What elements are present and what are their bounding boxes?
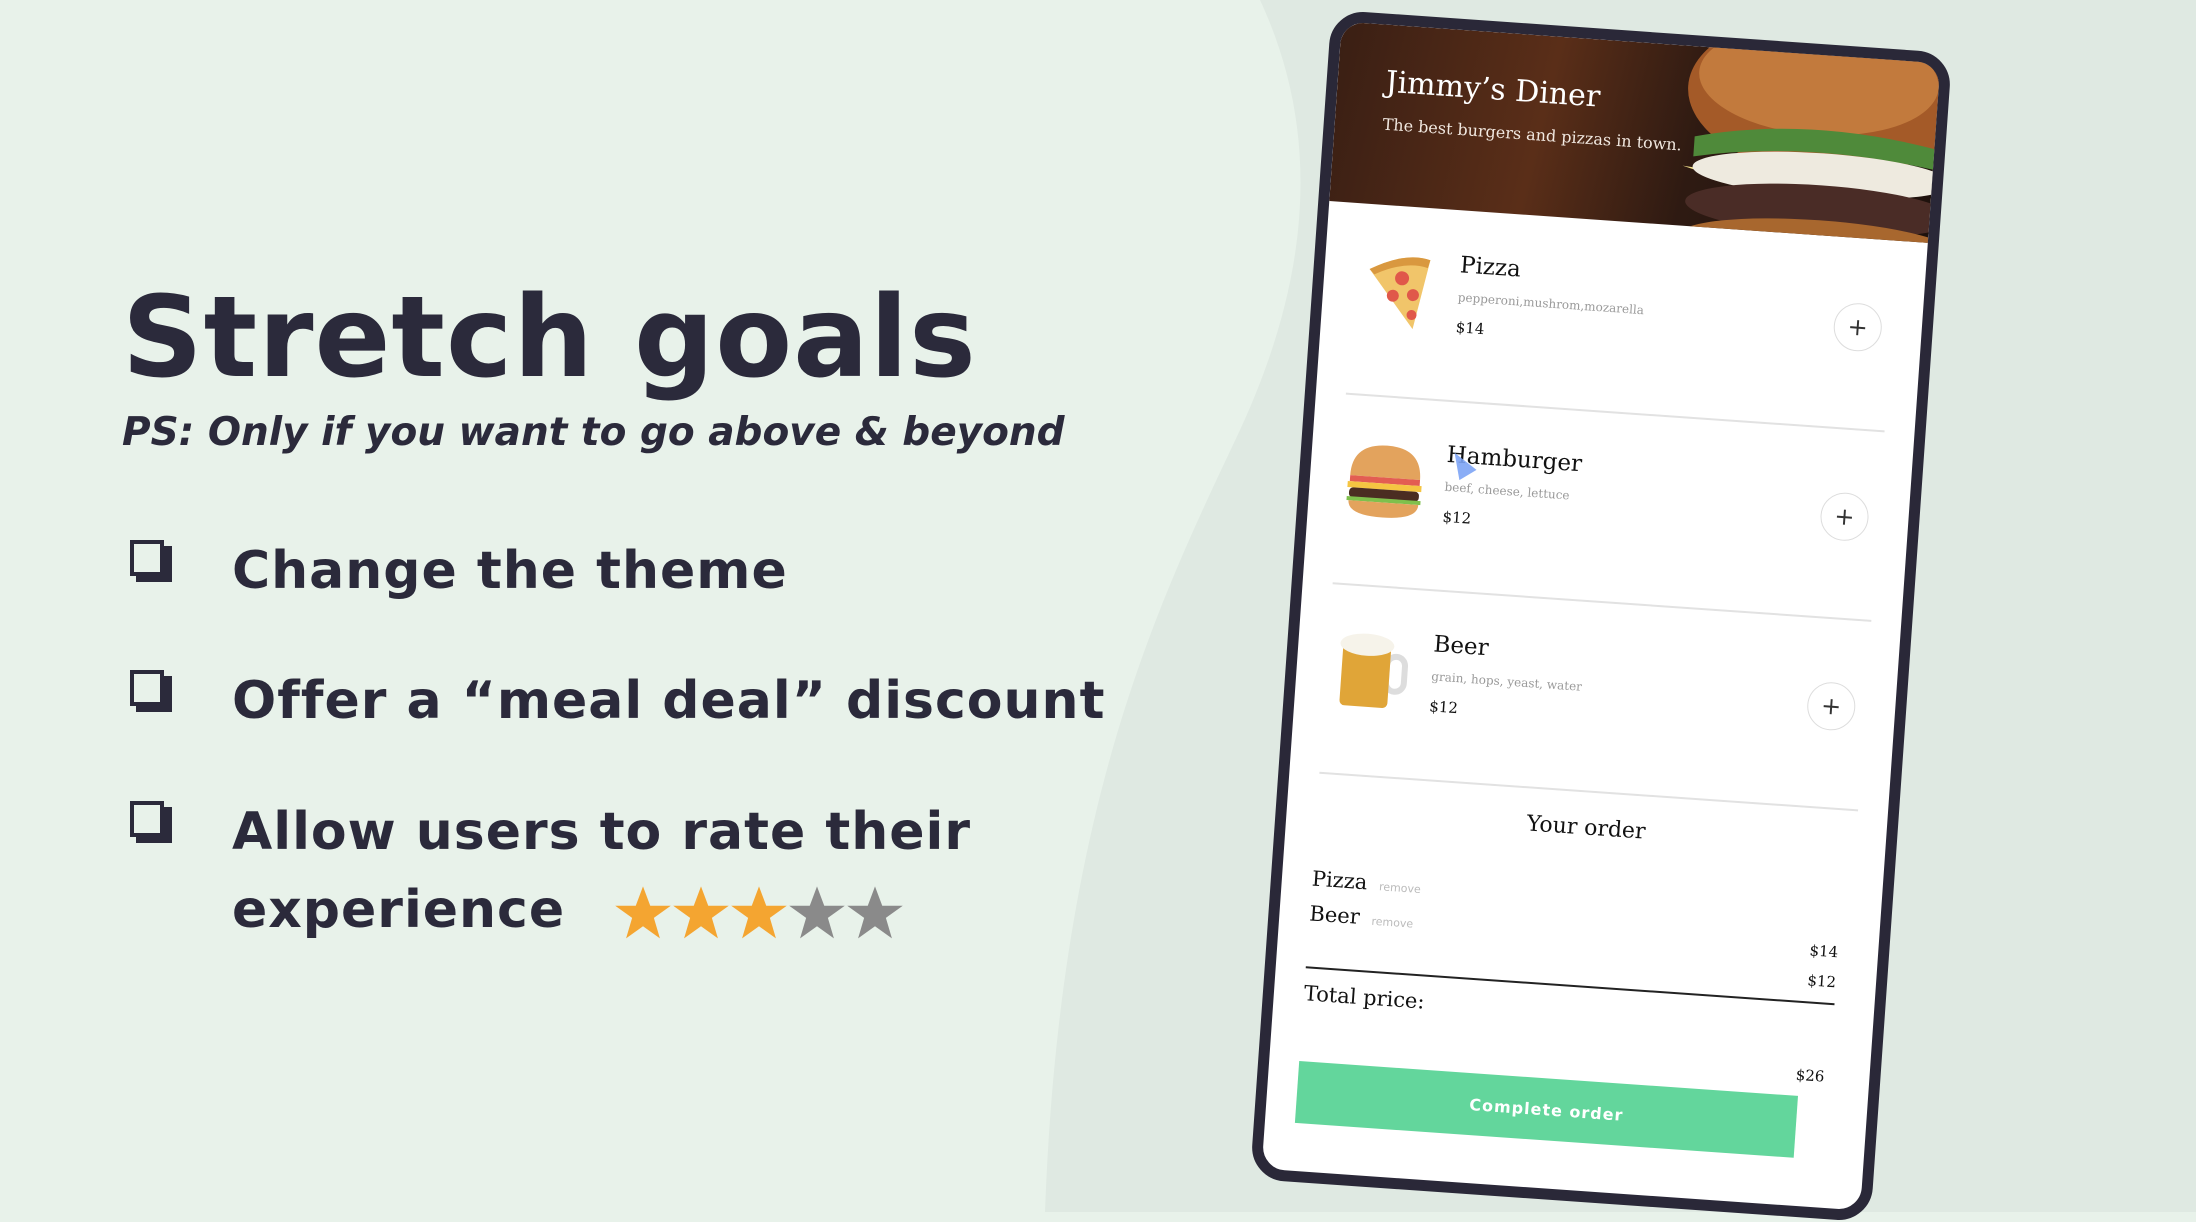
beer-icon bbox=[1339, 633, 1409, 708]
goal-item: Allow users to rate their experience bbox=[130, 793, 970, 940]
checkbox-icon bbox=[130, 670, 172, 712]
item-ingredients: pepperoni,mushrom,mozarella bbox=[1457, 290, 1645, 318]
total-label: Total price: bbox=[1303, 981, 1426, 1014]
order-item-price: $14 bbox=[1808, 941, 1839, 962]
order-item-name: Beer bbox=[1308, 901, 1361, 929]
item-ingredients: beef, cheese, lettuce bbox=[1444, 479, 1571, 503]
goal-text: Allow users to rate their bbox=[232, 802, 971, 862]
checkbox-icon bbox=[130, 801, 172, 843]
burger-photo bbox=[1677, 21, 1941, 243]
goal-text-experience: experience bbox=[232, 880, 566, 940]
app-header: Jimmy’s Diner The best burgers and pizza… bbox=[1329, 21, 1941, 243]
star-filled-icon[interactable] bbox=[730, 884, 788, 942]
item-price: $14 bbox=[1455, 318, 1485, 339]
complete-order-button[interactable]: Complete order bbox=[1294, 1061, 1799, 1158]
item-price: $12 bbox=[1428, 697, 1459, 718]
star-filled-icon[interactable] bbox=[672, 884, 730, 942]
remove-beer-link[interactable]: remove bbox=[1371, 915, 1414, 931]
order-item-name: Pizza bbox=[1311, 866, 1369, 895]
goal-text: Offer a “meal deal” discount bbox=[232, 671, 1106, 731]
pizza-icon bbox=[1369, 257, 1431, 330]
goal-text-line2: experience bbox=[232, 871, 904, 949]
restaurant-tagline: The best burgers and pizzas in town. bbox=[1382, 114, 1683, 155]
hamburger-icon bbox=[1346, 445, 1422, 518]
star-filled-icon[interactable] bbox=[614, 884, 672, 942]
add-hamburger-button[interactable]: + bbox=[1818, 491, 1871, 543]
item-ingredients: grain, hops, yeast, water bbox=[1430, 669, 1583, 694]
menu-item: Beer grain, hops, yeast, water $12 + bbox=[1290, 590, 1901, 811]
star-empty-icon[interactable] bbox=[846, 884, 904, 942]
remove-pizza-link[interactable]: remove bbox=[1379, 880, 1422, 896]
menu-item: Pizza pepperoni,mushrom,mozarella $14 + bbox=[1316, 211, 1927, 432]
order-item-price: $12 bbox=[1806, 971, 1837, 992]
item-price: $12 bbox=[1441, 507, 1472, 528]
goal-item: Offer a “meal deal” discount bbox=[130, 662, 1104, 731]
slide-title: Stretch goals bbox=[122, 273, 977, 403]
goal-text: Change the theme bbox=[232, 541, 788, 601]
checkbox-icon bbox=[130, 540, 172, 582]
goal-item: Change the theme bbox=[130, 532, 787, 601]
menu-item: Hamburger beef, cheese, lettuce $12 + bbox=[1303, 401, 1914, 622]
phone-mockup: Jimmy’s Diner The best burgers and pizza… bbox=[1249, 9, 1953, 1222]
star-rating[interactable] bbox=[614, 884, 904, 942]
add-pizza-button[interactable]: + bbox=[1832, 301, 1884, 353]
order-item: Beer remove bbox=[1309, 901, 1415, 932]
item-name: Pizza bbox=[1459, 252, 1522, 283]
slide-subtitle: PS: Only if you want to go above & beyon… bbox=[122, 410, 1065, 455]
total-price: $26 bbox=[1795, 1065, 1826, 1086]
restaurant-name: Jimmy’s Diner bbox=[1384, 64, 1602, 115]
add-beer-button[interactable]: + bbox=[1805, 680, 1857, 732]
item-name: Beer bbox=[1432, 631, 1490, 662]
order-item: Pizza remove bbox=[1311, 867, 1422, 899]
star-empty-icon[interactable] bbox=[788, 884, 846, 942]
